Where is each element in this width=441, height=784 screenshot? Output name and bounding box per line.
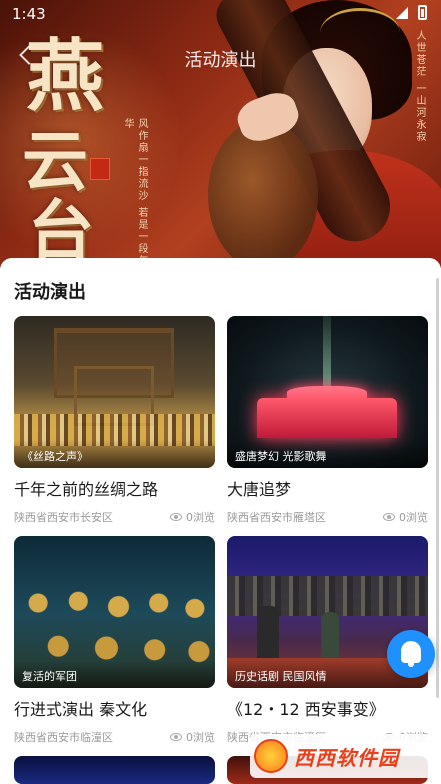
- event-card[interactable]: 《丝路之声》 千年之前的丝绸之路 陕西省西安市长安区 0浏览: [14, 316, 215, 525]
- content-panel: 活动演出 《丝路之声》 千年之前的丝绸之路 陕西省西安市长安区 0浏览 盛唐梦幻…: [0, 258, 441, 784]
- eye-icon: [170, 513, 182, 521]
- eye-icon: [170, 733, 182, 741]
- view-count-text: 0浏览: [186, 511, 215, 524]
- event-title[interactable]: 千年之前的丝绸之路: [14, 476, 215, 500]
- image-caption: 《丝路之声》: [14, 440, 215, 468]
- lute-body: [208, 120, 318, 268]
- image-caption: 复活的军团: [14, 660, 215, 688]
- palace: [257, 398, 397, 438]
- view-count: 0浏览: [170, 509, 215, 525]
- scrollbar[interactable]: [436, 278, 439, 698]
- battery-icon: [418, 5, 427, 20]
- watermark: 西西软件园: [250, 734, 440, 778]
- terracotta-soldiers: [14, 576, 215, 666]
- section-title: 活动演出: [14, 282, 86, 303]
- status-icons: [396, 5, 427, 20]
- view-count-text: 0浏览: [399, 511, 428, 524]
- event-image[interactable]: 复活的军团: [14, 536, 215, 688]
- event-title[interactable]: 大唐追梦: [227, 476, 428, 500]
- image-caption: 盛唐梦幻 光影歌舞: [227, 440, 428, 468]
- hero-title-char-3: 台: [28, 192, 94, 268]
- event-card[interactable]: 复活的军团 行进式演出 秦文化 陕西省西安市临潼区 0浏览: [14, 536, 215, 745]
- chat-icon: [401, 641, 421, 667]
- event-card[interactable]: 盛唐梦幻 光影歌舞 大唐追梦 陕西省西安市雁塔区 0浏览: [227, 316, 428, 525]
- view-count-text: 0浏览: [186, 731, 215, 744]
- event-title[interactable]: 《12・12 西安事变》: [227, 696, 428, 720]
- event-meta: 陕西省西安市临潼区 0浏览: [14, 729, 215, 745]
- actor-figure: [257, 606, 279, 666]
- chat-button[interactable]: [387, 630, 435, 678]
- event-meta: 陕西省西安市雁塔区 0浏览: [227, 509, 428, 525]
- event-location: 陕西省西安市临潼区: [14, 731, 113, 744]
- view-count: 0浏览: [383, 509, 428, 525]
- view-count: 0浏览: [170, 729, 215, 745]
- watermark-text: 西西软件园: [294, 745, 399, 770]
- event-image[interactable]: 盛唐梦幻 光影歌舞: [227, 316, 428, 468]
- event-meta: 陕西省西安市长安区 0浏览: [14, 509, 215, 525]
- event-image[interactable]: [14, 756, 215, 784]
- hero-poem-left: 风作扇一指流沙 若是一段年华: [122, 118, 147, 268]
- event-title[interactable]: 行进式演出 秦文化: [14, 696, 215, 720]
- nav-bar: 活动演出: [0, 40, 441, 74]
- red-seal-stamp: [90, 158, 110, 180]
- event-location: 陕西省西安市长安区: [14, 511, 113, 524]
- signal-icon: [396, 6, 408, 19]
- nav-title: 活动演出: [184, 50, 257, 71]
- event-location: 陕西省西安市雁塔区: [227, 511, 326, 524]
- eye-icon: [383, 513, 395, 521]
- status-time: 1:43: [12, 5, 46, 23]
- status-bar: 1:43: [0, 0, 441, 28]
- event-image[interactable]: 《丝路之声》: [14, 316, 215, 468]
- watermark-logo-icon: [254, 739, 288, 773]
